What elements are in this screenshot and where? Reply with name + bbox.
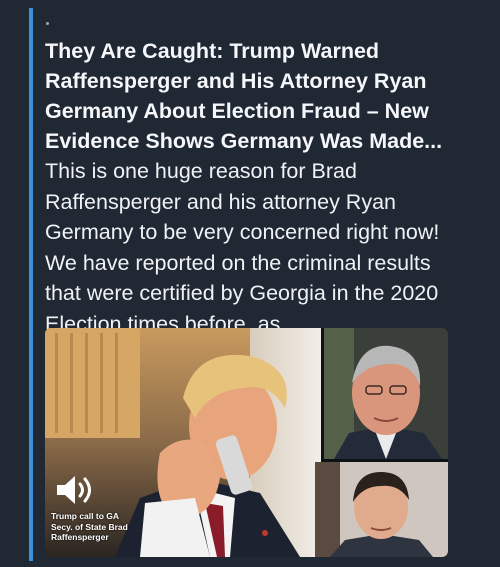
bottom-right-photo bbox=[315, 462, 448, 557]
article-headline[interactable]: They Are Caught: Trump Warned Raffensper… bbox=[45, 36, 455, 156]
link-preview-card[interactable]: They Are Caught: Trump Warned Raffensper… bbox=[45, 36, 465, 339]
caption-line: Raffensperger bbox=[51, 532, 109, 542]
caption-line: Trump call to GA bbox=[51, 511, 120, 521]
top-right-photo bbox=[324, 328, 448, 459]
media-image[interactable]: Trump call to GA Secy. of State Brad Raf… bbox=[45, 328, 448, 557]
caption-line: Secy. of State Brad bbox=[51, 521, 128, 532]
audio-caption: Trump call to GA Secy. of State Brad Raf… bbox=[51, 511, 161, 543]
quote-accent-bar bbox=[29, 8, 33, 561]
dot-marker bbox=[46, 22, 49, 25]
article-excerpt: This is one huge reason for Brad Raffens… bbox=[45, 159, 440, 336]
speaker-volume-icon bbox=[57, 476, 91, 504]
tweet-screenshot: They Are Caught: Trump Warned Raffensper… bbox=[0, 0, 500, 567]
